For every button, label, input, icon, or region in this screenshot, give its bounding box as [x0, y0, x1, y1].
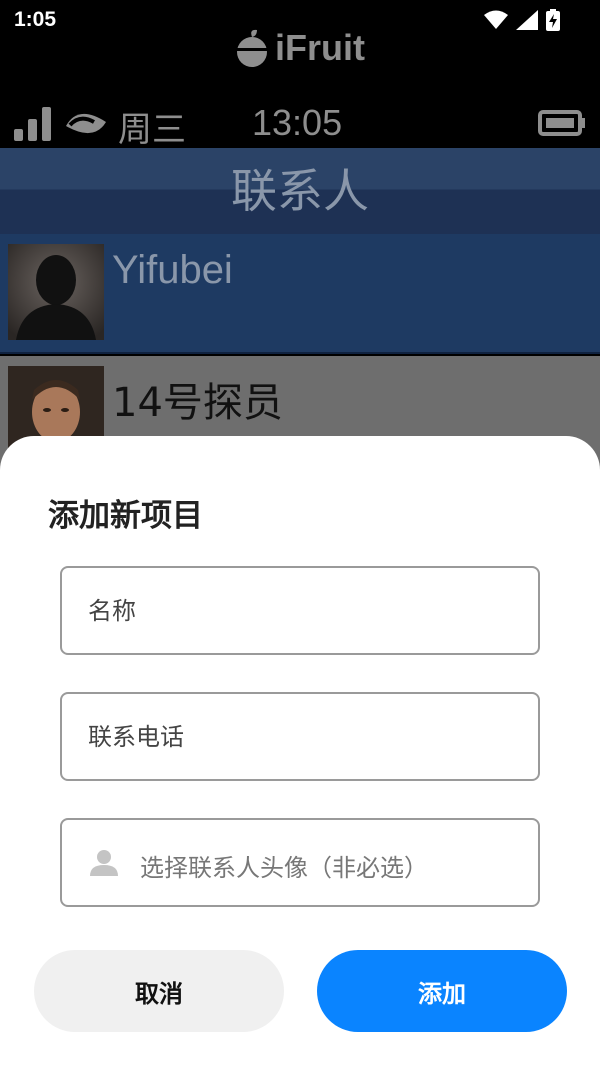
- sheet-title: 添加新项目: [48, 498, 203, 534]
- add-item-sheet: 添加新项目 选择联系人头像（非必选） 取消 添加: [0, 436, 600, 1066]
- cancel-button[interactable]: 取消: [34, 950, 284, 1032]
- phone-field: [60, 692, 540, 781]
- person-icon: [90, 850, 118, 876]
- avatar-picker-label: 选择联系人头像（非必选）: [140, 854, 428, 882]
- add-button[interactable]: 添加: [317, 950, 567, 1032]
- phone-input[interactable]: [62, 694, 538, 779]
- name-input[interactable]: [62, 568, 538, 653]
- name-field: [60, 566, 540, 655]
- avatar-picker[interactable]: 选择联系人头像（非必选）: [60, 818, 540, 907]
